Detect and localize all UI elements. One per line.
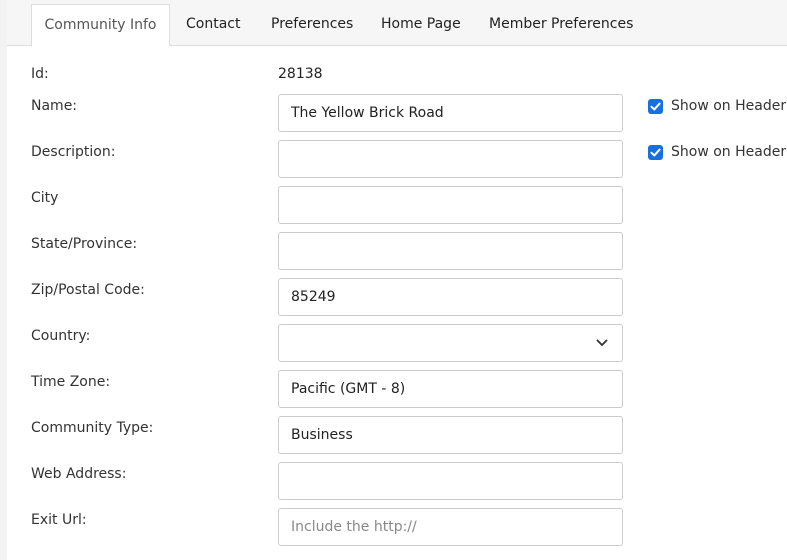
community-type-input[interactable] <box>278 416 623 454</box>
name-show-on-header-label: Show on Header <box>671 98 787 114</box>
zip-postal-code-label: Zip/Postal Code: <box>31 282 145 298</box>
time-zone-input[interactable] <box>278 370 623 408</box>
zip-postal-code-input[interactable] <box>278 278 623 316</box>
state-province-label: State/Province: <box>31 236 138 252</box>
tab-bar: Community Info Contact Preferences Home … <box>7 0 787 47</box>
state-province-input[interactable] <box>278 232 623 270</box>
country-label: Country: <box>31 328 91 344</box>
city-input[interactable] <box>278 186 623 224</box>
id-label: Id: <box>31 66 49 82</box>
country-select[interactable] <box>278 324 623 362</box>
community-type-label: Community Type: <box>31 420 154 436</box>
description-show-on-header-label: Show on Header <box>671 144 787 160</box>
check-icon <box>648 145 663 160</box>
tab-community-info[interactable]: Community Info <box>31 4 170 47</box>
tab-contact[interactable]: Contact <box>186 4 240 46</box>
exit-url-input[interactable] <box>278 508 623 546</box>
tab-home-page[interactable]: Home Page <box>381 4 461 46</box>
name-label: Name: <box>31 98 78 114</box>
web-address-input[interactable] <box>278 462 623 500</box>
tab-member-preferences[interactable]: Member Preferences <box>489 4 633 46</box>
check-icon <box>648 99 663 114</box>
page-left-strip <box>0 0 7 560</box>
city-label: City <box>31 190 59 206</box>
web-address-label: Web Address: <box>31 466 127 482</box>
time-zone-label: Time Zone: <box>31 374 111 390</box>
tab-preferences[interactable]: Preferences <box>271 4 353 46</box>
name-input[interactable] <box>278 94 623 132</box>
exit-url-label: Exit Url: <box>31 512 87 528</box>
description-label: Description: <box>31 144 116 160</box>
chevron-down-icon <box>596 339 608 346</box>
id-value: 28138 <box>278 66 323 82</box>
description-input[interactable] <box>278 140 623 178</box>
